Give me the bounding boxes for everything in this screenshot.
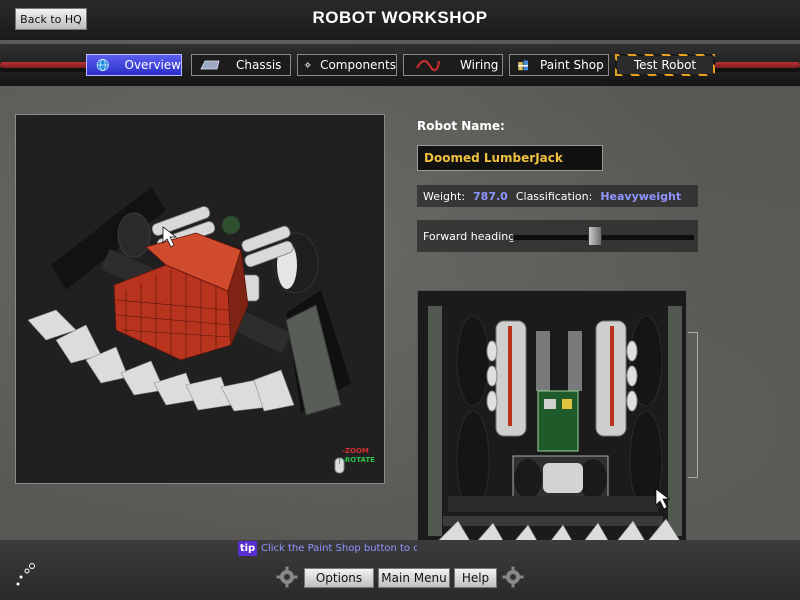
tab-overview[interactable]: Overview — [86, 54, 182, 76]
tab-chassis-label: Chassis — [236, 58, 282, 72]
tab-test-robot-label: Test Robot — [633, 58, 697, 72]
forward-heading-label: Forward heading: — [423, 229, 519, 243]
tab-components-label: Components — [320, 58, 396, 72]
help-button[interactable]: Help — [454, 568, 497, 588]
main-menu-button[interactable]: Main Menu — [378, 568, 450, 588]
tip-text: Click the Paint Shop button to cust — [261, 543, 417, 554]
robot-top-render — [428, 306, 682, 552]
forward-heading-slider-thumb[interactable] — [587, 226, 602, 246]
page-title: ROBOT WORKSHOP — [312, 8, 488, 27]
forward-heading-row: Forward heading: — [417, 220, 698, 252]
tab-strip: Overview Chassis Components Wiring Paint… — [0, 44, 800, 86]
zoom-legend-label: -ZOOM — [342, 447, 369, 455]
classification-label: Classification: — [515, 189, 593, 203]
robot-stats-row: Weight: 787.0 Classification: Heavyweigh… — [417, 185, 698, 207]
tab-test-robot[interactable]: Test Robot — [615, 54, 715, 76]
gear-icon — [276, 566, 298, 588]
tab-chassis[interactable]: Chassis — [191, 54, 291, 76]
tab-overview-label: Overview — [124, 58, 182, 72]
wire-decoration-right-black — [715, 68, 800, 72]
loading-spinner-icon — [16, 563, 35, 586]
forward-heading-slider-track[interactable] — [513, 234, 695, 241]
robot-name-field[interactable]: Doomed LumberJack — [417, 145, 603, 171]
robot-top-view[interactable] — [417, 290, 687, 555]
tab-wiring[interactable]: Wiring — [403, 54, 503, 76]
tip-badge: tip — [238, 541, 257, 556]
robot-3d-viewport[interactable]: -ZOOM -ROTATE — [15, 114, 385, 484]
robot-name-label: Robot Name: — [417, 119, 505, 133]
options-button[interactable]: Options — [304, 568, 374, 588]
gear-icon — [304, 61, 311, 69]
globe-icon — [96, 58, 109, 72]
gear-icon — [502, 566, 524, 588]
mouse-control-legend: -ZOOM -ROTATE — [334, 447, 378, 477]
wire-icon — [416, 60, 440, 72]
tab-paint-shop[interactable]: Paint Shop — [509, 54, 609, 76]
paint-can-icon — [518, 60, 528, 71]
tab-paint-shop-label: Paint Shop — [540, 58, 604, 72]
rotate-legend-label: -ROTATE — [342, 456, 375, 464]
wire-decoration-left-black — [0, 68, 90, 72]
weight-value: 787.0 — [473, 189, 508, 203]
tab-wiring-label: Wiring — [460, 58, 499, 72]
tab-components[interactable]: Components — [297, 54, 397, 76]
classification-value: Heavyweight — [600, 189, 682, 203]
chassis-icon — [200, 60, 220, 70]
weight-label: Weight: — [423, 189, 466, 203]
robot-3d-render — [27, 187, 351, 416]
top-view-scroll-bracket — [688, 332, 698, 478]
